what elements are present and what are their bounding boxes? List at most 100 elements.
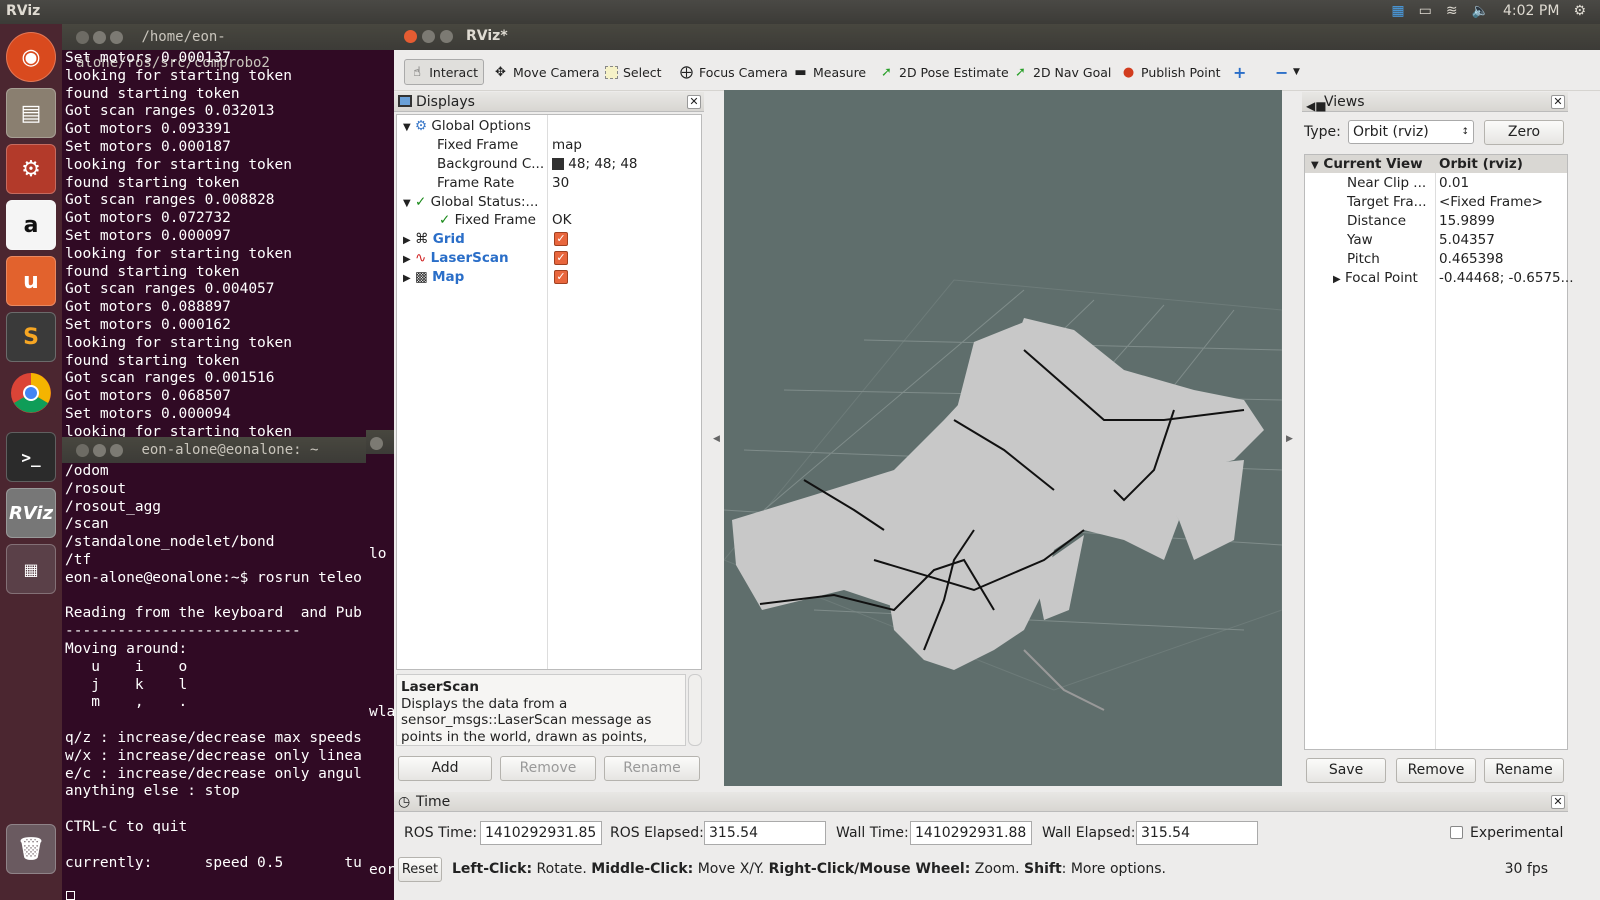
add-tool-button[interactable]: + [1228, 59, 1251, 85]
expand-arrow-icon[interactable]: ▼ [1311, 160, 1319, 171]
laserscan-enabled-checkbox[interactable]: ✓ [554, 251, 568, 265]
terminal-title-bar[interactable]: eon-alone@eonalone: ~ [62, 437, 366, 463]
rviz-icon[interactable]: RViz [6, 488, 56, 538]
files-icon[interactable]: ▤ [6, 88, 56, 138]
map-enabled-checkbox[interactable]: ✓ [554, 270, 568, 284]
render-viewport[interactable] [724, 90, 1282, 786]
clock[interactable]: 4:02 PM [1503, 3, 1559, 19]
maximize-icon[interactable] [440, 30, 453, 43]
terminal-line: Set motors 0.000097 [65, 227, 231, 244]
displays-panel-header[interactable]: Displays ✕ [394, 92, 704, 112]
terminal-window-teleop[interactable]: eon-alone@eonalone: ~ /odom/rosout/rosou… [62, 437, 366, 900]
distance-value[interactable]: 15.9899 [1439, 212, 1495, 230]
views-panel-header[interactable]: ◀■ Views ✕ [1302, 92, 1568, 113]
interact-tool[interactable]: ☝ Interact [404, 59, 484, 85]
terminal-title-bar[interactable] [366, 430, 394, 454]
minimize-icon[interactable] [93, 443, 106, 457]
gear-icon[interactable]: ⚙ [1573, 3, 1586, 19]
pose-estimate-tool[interactable]: ➚ 2D Pose Estimate [874, 59, 1014, 85]
terminal-window-main[interactable]: /home/eon-alone/ros/src/comprobo2 Set mo… [62, 24, 394, 444]
fixed-frame-value[interactable]: map [552, 136, 582, 154]
experimental-checkbox[interactable] [1450, 826, 1463, 839]
zero-button[interactable]: Zero [1484, 120, 1564, 145]
pitch-value[interactable]: 0.465398 [1439, 250, 1503, 268]
tree-row-map[interactable]: ▶ ▩ Map [403, 268, 464, 286]
rviz-title-bar[interactable]: RViz* [394, 24, 1600, 50]
views-tree[interactable]: ▼ Current View Orbit (rviz) Near Clip ..… [1304, 154, 1574, 750]
terminal-window-background[interactable]: lo wla eor [366, 430, 394, 900]
ubuntu-one-icon[interactable]: u [6, 256, 56, 306]
tree-row-global-options[interactable]: ▼ ⚙ Global Options [403, 117, 531, 135]
close-icon[interactable]: ✕ [1551, 95, 1565, 109]
save-view-button[interactable]: Save [1306, 758, 1386, 783]
workspace-switcher-icon[interactable]: ▦ [6, 544, 56, 594]
wifi-icon[interactable]: ≋ [1446, 3, 1458, 19]
expand-arrow-icon[interactable]: ▶ [403, 254, 411, 265]
trash-icon[interactable]: 🗑 [6, 824, 56, 874]
grid-enabled-checkbox[interactable]: ✓ [554, 232, 568, 246]
close-icon[interactable] [76, 443, 89, 457]
tree-row-global-status[interactable]: ▼ ✓ Global Status:... [403, 193, 538, 211]
reset-button[interactable]: Reset [398, 857, 442, 882]
right-splitter-arrow[interactable]: ▶ [1286, 434, 1293, 444]
ros-time-field[interactable]: 1410292931.85 [480, 821, 602, 845]
move-camera-tool[interactable]: ✥ Move Camera [488, 59, 605, 85]
maximize-icon[interactable] [110, 443, 123, 457]
wall-elapsed-field[interactable]: 315.54 [1136, 821, 1258, 845]
expand-arrow-icon[interactable]: ▼ [403, 122, 411, 133]
chevron-down-icon[interactable]: ▼ [1288, 59, 1305, 85]
expand-arrow-icon[interactable]: ▼ [403, 198, 411, 209]
volume-mute-icon[interactable]: 🔈 [1472, 3, 1489, 19]
rename-display-button[interactable]: Rename [604, 756, 700, 781]
maximize-icon[interactable] [110, 30, 123, 44]
yaw-value[interactable]: 5.04357 [1439, 231, 1495, 249]
rename-view-button[interactable]: Rename [1484, 758, 1564, 783]
tree-row-grid[interactable]: ▶ ⌘ Grid [403, 230, 465, 248]
wall-time-field[interactable]: 1410292931.88 [910, 821, 1032, 845]
amazon-icon[interactable]: a [6, 200, 56, 250]
measure-tool[interactable]: ▬ Measure [788, 59, 871, 85]
launcher: ◉ ▤ ⚙ a u S >_ RViz ▦ 🗑 [0, 24, 62, 900]
publish-point-tool[interactable]: ● Publish Point [1116, 59, 1226, 85]
ros-elapsed-field[interactable]: 315.54 [704, 821, 826, 845]
nav-goal-tool[interactable]: ➚ 2D Nav Goal [1008, 59, 1116, 85]
close-icon[interactable] [76, 30, 89, 44]
close-icon[interactable] [404, 30, 417, 43]
view-type-select[interactable]: Orbit (rviz) ↕ [1348, 120, 1474, 144]
hint-more: : More options. [1061, 861, 1167, 877]
terminal-icon[interactable]: >_ [6, 432, 56, 482]
ubuntu-dash-icon[interactable]: ◉ [6, 32, 56, 82]
close-icon[interactable] [370, 436, 383, 450]
select-tool[interactable]: Select [600, 59, 667, 85]
left-splitter-arrow[interactable]: ◀ [713, 434, 720, 444]
minimize-icon[interactable] [93, 30, 106, 44]
frame-rate-value[interactable]: 30 [552, 174, 569, 192]
remove-view-button[interactable]: Remove [1396, 758, 1476, 783]
displays-tree[interactable]: ▼ ⚙ Global Options Fixed Frame map Backg… [396, 114, 702, 670]
add-display-button[interactable]: Add [398, 756, 492, 781]
chrome-icon[interactable] [6, 368, 56, 418]
background-color-value[interactable]: 48; 48; 48 [552, 155, 638, 173]
description-scrollbar[interactable] [688, 674, 702, 746]
close-icon[interactable]: ✕ [1551, 795, 1565, 809]
expand-arrow-icon[interactable]: ▶ [1333, 274, 1341, 285]
expand-arrow-icon[interactable]: ▶ [403, 273, 411, 284]
tree-row-laserscan[interactable]: ▶ ∿ LaserScan [403, 249, 509, 267]
close-icon[interactable]: ✕ [687, 95, 701, 109]
sublime-text-icon[interactable]: S [6, 312, 56, 362]
expand-arrow-icon[interactable]: ▶ [403, 235, 411, 246]
minimize-icon[interactable] [422, 30, 435, 43]
battery-icon[interactable]: ▭ [1419, 3, 1432, 19]
focus-camera-tool[interactable]: ⨁ Focus Camera [674, 59, 793, 85]
terminal-line: /rosout [65, 480, 127, 497]
dropbox-icon[interactable]: ▦ [1391, 3, 1404, 19]
focal-point-value[interactable]: -0.44468; -0.6575... [1439, 269, 1574, 287]
remove-display-button[interactable]: Remove [500, 756, 596, 781]
near-clip-value[interactable]: 0.01 [1439, 174, 1469, 192]
current-view-label[interactable]: ▼ Current View [1311, 155, 1423, 173]
target-frame-value[interactable]: <Fixed Frame> [1439, 193, 1543, 211]
time-panel-header[interactable]: ◷ Time ✕ [394, 792, 1568, 812]
system-settings-icon[interactable]: ⚙ [6, 144, 56, 194]
focal-point-label[interactable]: ▶ Focal Point [1333, 269, 1418, 287]
terminal-title-bar[interactable]: /home/eon-alone/ros/src/comprobo2 [62, 24, 394, 71]
